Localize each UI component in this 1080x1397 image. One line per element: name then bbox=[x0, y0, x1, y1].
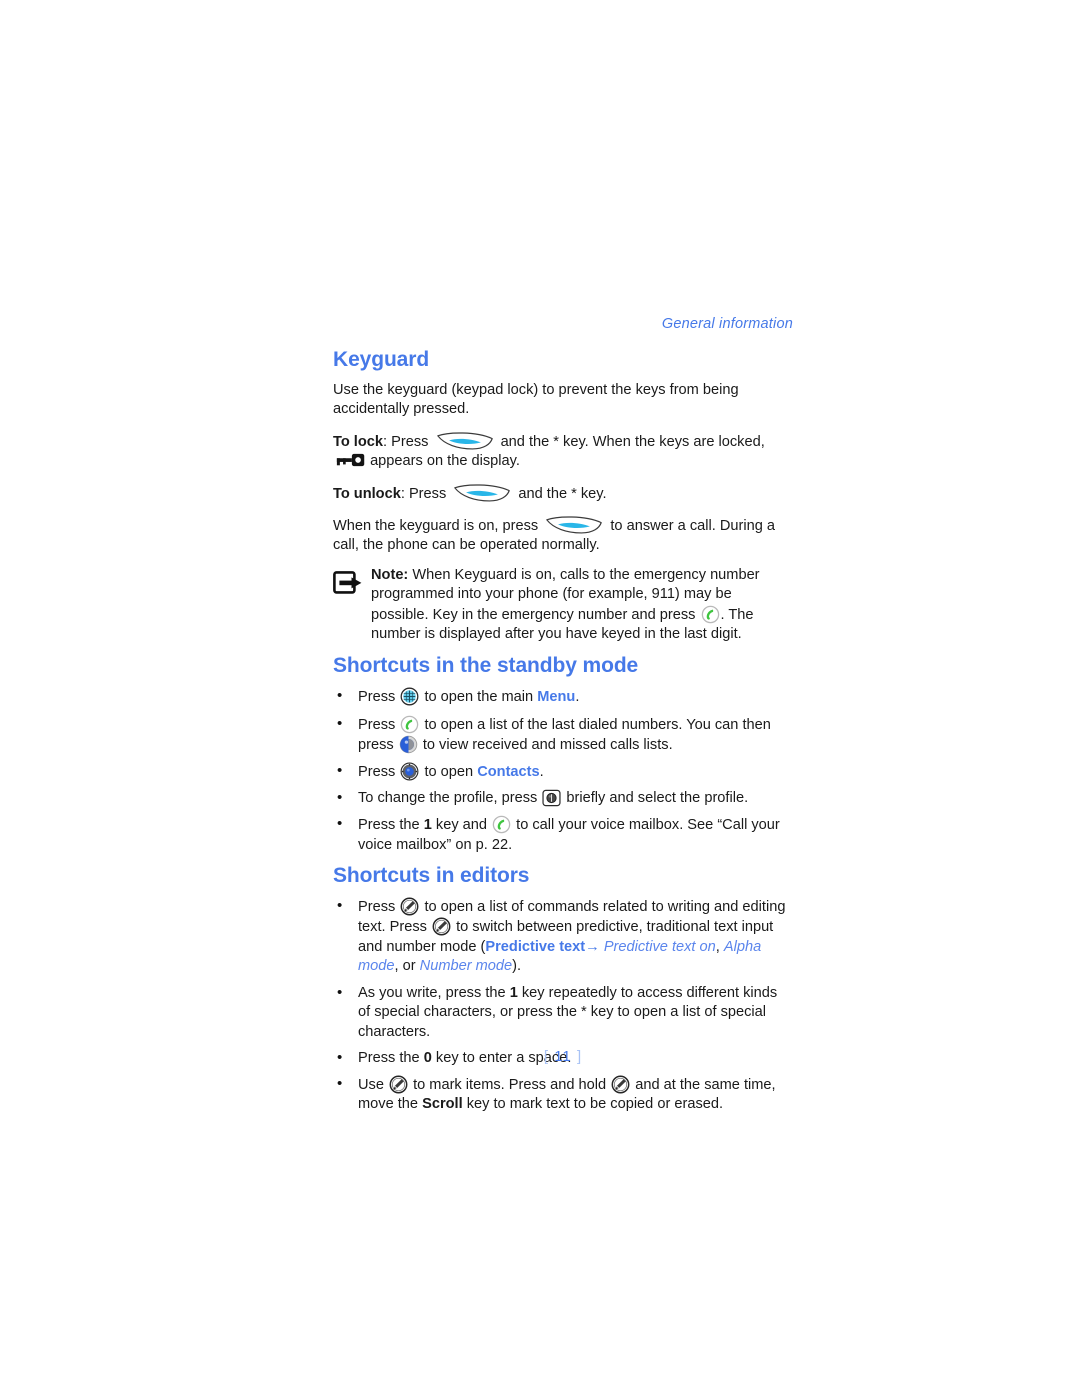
standby-item-4-bold: 1 bbox=[423, 817, 432, 834]
call-key-icon bbox=[400, 715, 419, 734]
standby-shortcut-list: Press to open the main Menu. Press to op… bbox=[333, 686, 793, 855]
running-head: General information bbox=[661, 316, 793, 332]
standby-item-3-text-1: To change the profile, press bbox=[358, 790, 538, 807]
to-unlock-label: To unlock bbox=[333, 485, 401, 502]
softkey-icon bbox=[435, 430, 495, 451]
list-item: Press to open the main Menu. bbox=[333, 686, 793, 708]
editor-item-3-text-4: key to mark text to be copied or erased. bbox=[466, 1096, 724, 1113]
editor-item-0-sep-2: , or bbox=[394, 958, 416, 975]
to-lock-text-1: : Press bbox=[383, 433, 429, 450]
keyguard-answer-text-1: When the keyguard is on, press bbox=[333, 518, 539, 535]
edit-key-icon bbox=[611, 1075, 630, 1094]
standby-item-4-text-1: Press the bbox=[358, 817, 420, 834]
predictive-text-link[interactable]: Predictive text bbox=[485, 939, 585, 955]
keyguard-answer-paragraph: When the keyguard is on, press to answer… bbox=[333, 514, 793, 556]
list-item: Press to open Contacts. bbox=[333, 761, 793, 783]
edit-key-icon bbox=[432, 917, 451, 936]
note-icon-container bbox=[333, 566, 371, 596]
power-key-icon bbox=[542, 789, 561, 807]
standby-item-1-text-1: Press bbox=[358, 716, 396, 733]
keyguard-intro-text: Use the keyguard (keypad lock) to preven… bbox=[333, 382, 739, 418]
navi-key-icon bbox=[400, 762, 419, 781]
call-key-icon bbox=[701, 605, 720, 624]
editor-item-3-bold: Scroll bbox=[422, 1096, 463, 1113]
standby-item-2-text-3: . bbox=[539, 764, 544, 781]
to-unlock-text-1: : Press bbox=[400, 485, 447, 502]
editor-item-1-bold: 1 bbox=[509, 984, 518, 1001]
standby-item-2-text-2: to open bbox=[424, 764, 474, 781]
standby-item-2-text-1: Press bbox=[358, 764, 396, 781]
call-key-icon bbox=[492, 815, 511, 834]
note-label: Note: bbox=[371, 566, 409, 583]
contacts-link[interactable]: Contacts bbox=[477, 764, 539, 780]
editor-shortcut-list: Press to open a list of commands related… bbox=[333, 896, 793, 1115]
editor-item-0-text-4: ). bbox=[512, 958, 522, 975]
list-item: To change the profile, press briefly and… bbox=[333, 788, 793, 809]
standby-item-1-text-3: to view received and missed calls lists. bbox=[422, 737, 673, 754]
to-lock-text-3: appears on the display. bbox=[370, 453, 520, 470]
list-item: Use to mark items. Press and hold and at… bbox=[333, 1074, 793, 1115]
scroll-key-icon bbox=[399, 735, 418, 754]
section-title-keyguard: Keyguard bbox=[333, 348, 430, 371]
standby-item-0-text-3: . bbox=[575, 689, 580, 706]
note-callout: Note: When Keyguard is on, calls to the … bbox=[333, 566, 793, 645]
editor-item-3-text-1: Use bbox=[358, 1076, 384, 1093]
section-title-standby-shortcuts: Shortcuts in the standby mode bbox=[333, 654, 639, 678]
arrow-glyph: → bbox=[585, 938, 600, 955]
list-item: Press to open a list of the last dialed … bbox=[333, 714, 793, 756]
standby-item-4-text-2: key and bbox=[435, 817, 488, 834]
to-lock-label: To lock bbox=[333, 433, 384, 450]
page-number-open-bracket: [ bbox=[543, 1048, 550, 1065]
keylock-icon bbox=[336, 452, 366, 468]
page-number-value: 11 bbox=[554, 1048, 572, 1065]
standby-item-0-text-2: to open the main bbox=[424, 689, 534, 706]
softkey-icon bbox=[452, 482, 512, 503]
standby-item-4-text-3: to call your voice mailbox. See “Call yo… bbox=[358, 817, 780, 854]
editor-item-3-text-2: to mark items. Press and hold bbox=[413, 1076, 607, 1093]
page-number: [ 11 ] bbox=[333, 1048, 793, 1065]
standby-item-0-text-1: Press bbox=[358, 689, 396, 706]
edit-key-icon bbox=[389, 1075, 408, 1094]
number-mode-value: Number mode bbox=[419, 958, 513, 975]
to-unlock-paragraph: To unlock: Press and the * key. bbox=[333, 482, 793, 504]
menu-link[interactable]: Menu bbox=[537, 689, 575, 705]
standby-item-3-text-2: briefly and select the profile. bbox=[566, 790, 749, 807]
list-item: Press to open a list of commands related… bbox=[333, 896, 793, 977]
to-lock-paragraph: To lock: Press and the * key. When the k… bbox=[333, 430, 793, 472]
to-lock-text-2: and the * key. When the keys are locked, bbox=[500, 433, 765, 450]
page-number-close-bracket: ] bbox=[576, 1048, 583, 1065]
section-title-editor-shortcuts: Shortcuts in editors bbox=[333, 863, 530, 887]
page-content: General information Keyguard Use the key… bbox=[333, 316, 793, 1122]
keyguard-intro-paragraph: Use the keyguard (keypad lock) to preven… bbox=[333, 381, 793, 420]
softkey-icon bbox=[544, 514, 604, 535]
document-page: General information Keyguard Use the key… bbox=[0, 0, 1080, 1397]
list-item: As you write, press the 1 key repeatedly… bbox=[333, 983, 793, 1043]
editor-item-1-text-1: As you write, press the bbox=[358, 984, 506, 1001]
note-text: Note: When Keyguard is on, calls to the … bbox=[371, 566, 793, 645]
menu-key-icon bbox=[400, 687, 419, 706]
to-unlock-text-2: and the * key. bbox=[518, 485, 607, 502]
note-icon bbox=[333, 570, 363, 595]
list-item: Press the 1 key and to call your voice m… bbox=[333, 814, 793, 855]
editor-item-0-text-1: Press bbox=[358, 898, 396, 915]
edit-key-icon bbox=[400, 897, 419, 916]
predictive-text-on-value: Predictive text on bbox=[603, 938, 716, 955]
editor-item-0-sep-1: , bbox=[715, 938, 720, 955]
